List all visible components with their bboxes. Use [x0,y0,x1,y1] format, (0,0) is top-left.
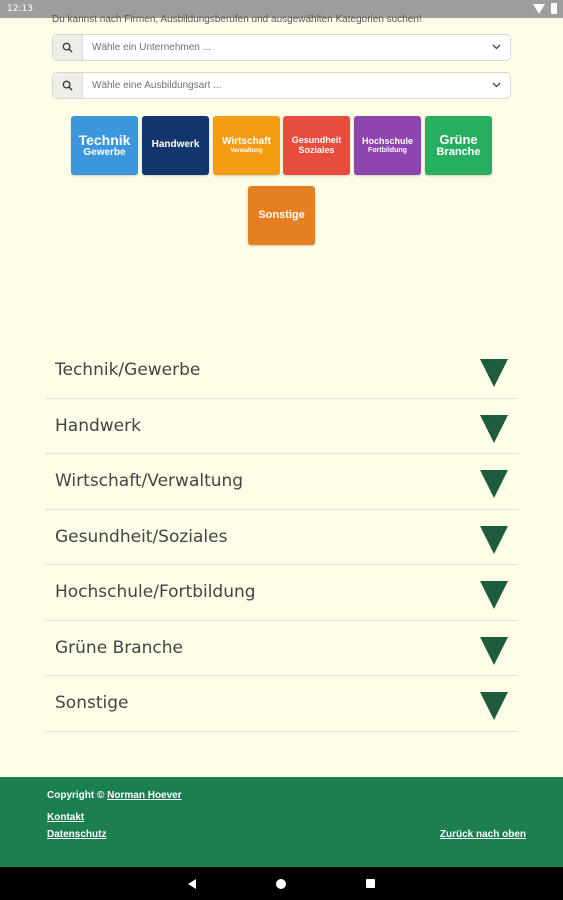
tile-line-1: Sonstige [258,208,305,221]
tile-line-2: Fortbildung [368,146,407,154]
back-to-top-link[interactable]: Zurück nach oben [440,829,526,840]
status-time: 12:13 [7,4,33,14]
category-accordion: Technik/Gewerbe Handwerk Wirtschaft/Verw… [45,343,518,732]
triangle-down-icon [480,581,508,610]
triangle-down-icon [480,470,508,499]
accordion-item-hochschule[interactable]: Hochschule/Fortbildung [45,565,518,621]
category-tile-hochschule[interactable]: Hochschule Fortbildung [354,116,421,175]
tile-line-2: Branche [436,145,481,158]
category-tile-gesundheit[interactable]: Gesundheit Soziales [283,116,350,175]
training-type-select-placeholder: Wähle eine Ausbildungsart ... [92,80,222,91]
home-icon[interactable] [276,878,286,889]
company-select[interactable]: Wähle ein Unternehmen ... [52,34,511,61]
footer: Copyright © Norman Hoever Kontakt Datens… [0,777,563,867]
recent-apps-icon[interactable] [366,879,375,888]
tile-line-2: Verwaltung [230,147,263,154]
category-tile-handwerk[interactable]: Handwerk [142,116,209,175]
wifi-icon [533,3,545,14]
triangle-down-icon [480,414,508,443]
intro-text: Du kannst nach Firmen, Ausbildungsberufe… [52,14,422,25]
kontakt-link[interactable]: Kontakt [47,812,84,823]
tile-line-2: Soziales [298,144,335,155]
copyright-text: Copyright © [47,790,105,801]
accordion-label: Wirtschaft/Verwaltung [55,471,244,492]
accordion-item-gesundheit[interactable]: Gesundheit/Soziales [45,510,518,565]
triangle-down-icon [480,359,508,388]
category-tile-sonstige[interactable]: Sonstige [248,186,315,245]
accordion-label: Gesundheit/Soziales [55,526,228,547]
tile-line-1: Wirtschaft [222,136,271,148]
category-tile-gruene-branche[interactable]: Grüne Branche [425,116,492,175]
accordion-label: Grüne Branche [55,637,183,658]
battery-icon [551,3,557,14]
tile-line-1: Technik [78,131,131,148]
datenschutz-link[interactable]: Datenschutz [47,829,106,840]
accordion-label: Hochschule/Fortbildung [55,582,256,603]
category-tile-wirtschaft[interactable]: Wirtschaft Verwaltung [213,116,280,175]
accordion-label: Handwerk [55,415,141,436]
accordion-label: Technik/Gewerbe [55,360,201,381]
search-icon [53,73,83,98]
back-icon[interactable] [188,878,196,889]
tile-line-1: Hochschule [361,136,413,147]
accordion-item-technik[interactable]: Technik/Gewerbe [45,343,518,399]
chevron-down-icon [482,43,510,53]
search-icon [53,35,83,60]
accordion-label: Sonstige [55,693,129,714]
accordion-item-wirtschaft[interactable]: Wirtschaft/Verwaltung [45,454,518,510]
training-type-select[interactable]: Wähle eine Ausbildungsart ... [52,72,511,99]
author-link[interactable]: Norman Hoever [107,790,181,801]
tile-line-2: Gewerbe [83,146,126,158]
accordion-item-gruene-branche[interactable]: Grüne Branche [45,621,518,676]
status-icons [533,3,557,14]
category-tile-technik[interactable]: Technik Gewerbe [71,116,138,175]
tile-line-1: Grüne [439,131,478,147]
triangle-down-icon [480,636,508,665]
system-navigation-bar [0,867,563,900]
copyright: Copyright © Norman Hoever [47,790,182,801]
company-select-placeholder: Wähle ein Unternehmen ... [92,42,211,53]
triangle-down-icon [480,525,508,554]
accordion-item-sonstige[interactable]: Sonstige [45,676,518,732]
accordion-item-handwerk[interactable]: Handwerk [45,399,518,454]
triangle-down-icon [480,692,508,721]
chevron-down-icon [482,81,510,91]
tile-line-1: Handwerk [151,139,200,151]
